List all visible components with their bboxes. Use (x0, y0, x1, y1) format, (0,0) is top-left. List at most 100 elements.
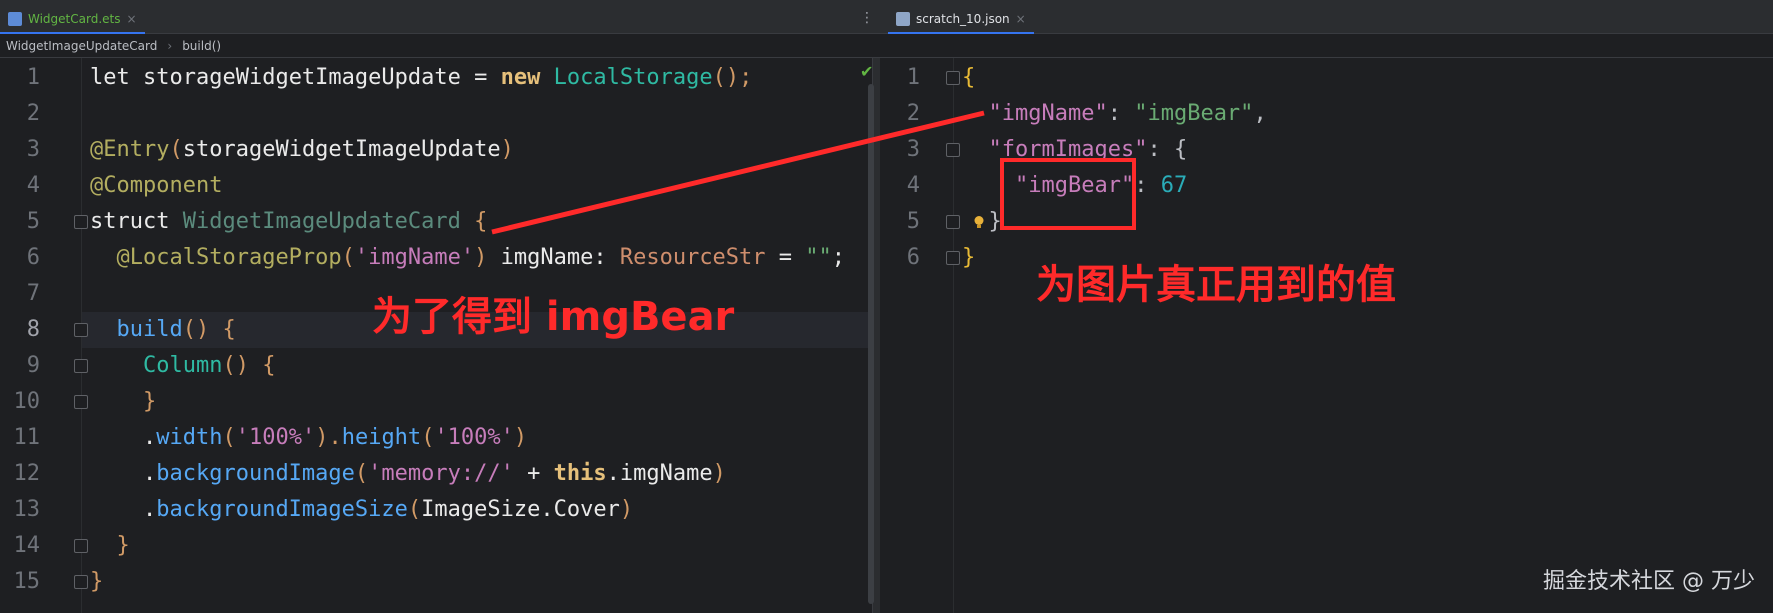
fold-marker-icon[interactable] (74, 359, 88, 373)
code-line[interactable]: 11 .width('100%').height('100%') (0, 420, 872, 456)
line-number: 9 (26, 353, 40, 378)
left-editor-tabbar: WidgetCard.ets × ⋮ (0, 0, 880, 34)
code-token: ImageSize.Cover (421, 497, 620, 522)
code-token: .imgName (606, 461, 713, 486)
code-token: "imgName" (988, 101, 1108, 126)
code-line[interactable]: 5 } (880, 204, 1773, 240)
code-token: = (765, 245, 806, 270)
code-token: @Entry (90, 137, 170, 162)
code-token: height (341, 425, 422, 450)
code-token: ) (474, 245, 488, 270)
line-number: 2 (906, 101, 920, 126)
code-token: ( (354, 461, 369, 486)
code-line[interactable]: 2 (0, 96, 872, 132)
code-token: 'imgName' (354, 245, 475, 270)
lightbulb-icon[interactable] (972, 215, 986, 229)
fold-marker-icon[interactable] (946, 71, 960, 85)
close-icon[interactable]: × (126, 12, 136, 26)
code-token: . (90, 425, 157, 450)
fold-marker-icon[interactable] (74, 395, 88, 409)
fold-marker-icon[interactable] (74, 215, 88, 229)
code-line[interactable]: 15} (0, 564, 872, 600)
code-token: backgroundImage (156, 461, 355, 486)
code-token: + (513, 461, 554, 486)
code-token: () { (182, 317, 236, 342)
code-line[interactable]: 10 } (0, 384, 872, 420)
breadcrumb-component[interactable]: WidgetImageUpdateCard (6, 39, 157, 53)
code-text: "imgName": "imgBear", (962, 96, 1267, 132)
code-text: @Component (90, 168, 222, 204)
code-token: '100%' (434, 425, 514, 450)
code-token: ResourceStr (619, 245, 766, 270)
code-line[interactable]: 5 struct WidgetImageUpdateCard { (0, 204, 872, 240)
line-number: 5 (26, 209, 40, 234)
code-token: ) (513, 425, 528, 450)
tab-scratch-json[interactable]: scratch_10.json × (888, 6, 1034, 34)
code-text: "formImages": { (962, 132, 1188, 168)
breadcrumb-method[interactable]: build() (182, 39, 221, 53)
code-token: . (90, 461, 157, 486)
code-text: let storageWidgetImageUpdate = new Local… (90, 60, 752, 96)
code-token: } (90, 533, 130, 558)
code-line[interactable]: 1 let storageWidgetImageUpdate = new Loca… (0, 60, 872, 96)
code-token: let (90, 65, 130, 90)
line-number: 6 (906, 245, 920, 270)
code-text: @Entry(storageWidgetImageUpdate) (90, 132, 514, 168)
fold-marker-icon[interactable] (946, 251, 960, 265)
fold-marker-icon[interactable] (74, 323, 88, 337)
code-token: () { (222, 353, 276, 378)
code-token: storageWidgetImageUpdate (182, 137, 501, 162)
code-token: ( (169, 137, 183, 162)
code-token: ) (500, 137, 514, 162)
code-line[interactable]: 12 .backgroundImage('memory://' + this.i… (0, 456, 872, 492)
scrollbar-thumb[interactable] (868, 84, 874, 604)
code-line[interactable]: 13 .backgroundImageSize(ImageSize.Cover) (0, 492, 872, 528)
code-line[interactable]: 9 Column() { (0, 348, 872, 384)
code-line[interactable]: 1{ (880, 60, 1773, 96)
right-code-editor[interactable]: 1{2 "imgName": "imgBear", 3 "formImages":… (880, 58, 1773, 613)
code-token: width (156, 425, 223, 450)
tab-widgetcard[interactable]: WidgetCard.ets × (0, 6, 145, 34)
line-number: 4 (906, 173, 920, 198)
code-line[interactable]: 14 } (0, 528, 872, 564)
code-text: struct WidgetImageUpdateCard { (90, 204, 487, 240)
tab-label: WidgetCard.ets (28, 12, 121, 26)
line-number: 14 (13, 533, 41, 558)
code-text: .width('100%').height('100%') (90, 420, 527, 456)
code-line[interactable]: 6 @LocalStorageProp('imgName') imgName: … (0, 240, 872, 276)
breadcrumb-separator: › (167, 38, 173, 53)
code-line[interactable]: 3 "formImages": { (880, 132, 1773, 168)
code-token: : { (1147, 137, 1188, 162)
code-text: { (962, 60, 975, 96)
code-token: backgroundImageSize (156, 497, 408, 522)
code-text: build() { (90, 312, 236, 348)
close-icon[interactable]: × (1016, 12, 1026, 26)
code-token: } (962, 245, 976, 270)
line-number: 12 (13, 461, 41, 486)
code-line[interactable]: 4 @Component (0, 168, 872, 204)
fold-marker-icon[interactable] (74, 539, 88, 553)
fold-marker-icon[interactable] (946, 143, 960, 157)
code-text: .backgroundImageSize(ImageSize.Cover) (90, 492, 633, 528)
more-options-icon[interactable]: ⋮ (860, 10, 874, 26)
annotation-right-text: 为图片真正用到的值 (1036, 262, 1396, 308)
inspection-ok-icon[interactable]: ✔ (860, 62, 873, 81)
code-token: imgName: (487, 245, 620, 270)
fold-marker-icon[interactable] (946, 215, 960, 229)
code-line[interactable]: 4 "imgBear": 67 (880, 168, 1773, 204)
code-line[interactable]: 2 "imgName": "imgBear", (880, 96, 1773, 132)
fold-marker-icon[interactable] (74, 575, 88, 589)
annotation-left-text: 为了得到 imgBear (372, 294, 735, 340)
code-token: ( (222, 425, 236, 450)
code-token: : (1134, 173, 1161, 198)
code-token: ( (407, 497, 422, 522)
code-line[interactable]: 3 @Entry(storageWidgetImageUpdate) (0, 132, 872, 168)
code-text: Column() { (90, 348, 275, 384)
code-token: build (116, 317, 183, 342)
code-text: } (90, 384, 156, 420)
code-token: (); (712, 65, 753, 90)
ets-file-icon (8, 12, 22, 26)
